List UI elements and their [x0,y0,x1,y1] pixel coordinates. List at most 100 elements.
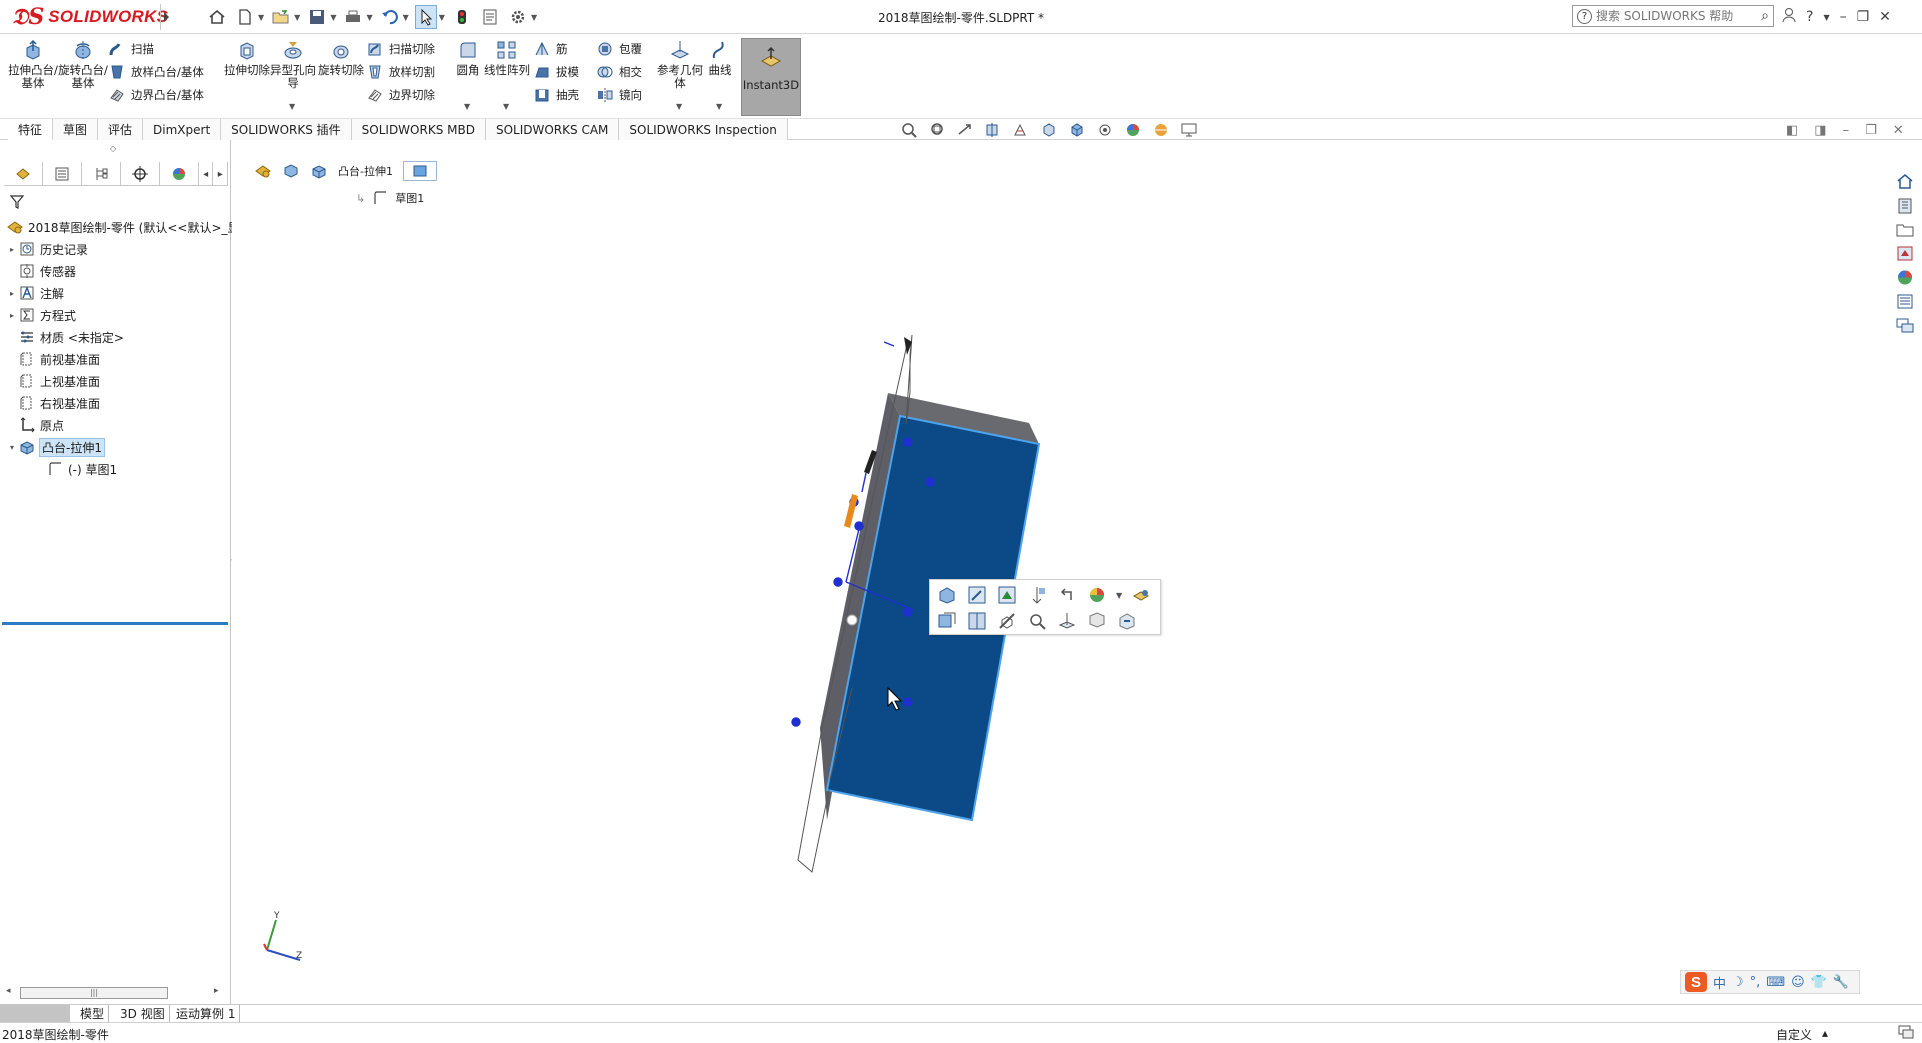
moon-icon[interactable]: ☽ [1732,975,1744,990]
print-icon[interactable] [342,5,364,29]
instant3d-toggle-icon[interactable] [1130,584,1152,606]
tree-item-boss-extrude1[interactable]: ▾ 凸台-拉伸1 [0,436,231,458]
tab-model[interactable]: 模型 [76,1005,110,1022]
boundary-boss-button[interactable]: 边界凸台/基体 [108,84,204,106]
tab-solidworks-cam[interactable]: SOLIDWORKS CAM [485,119,620,140]
forum-icon[interactable] [1895,316,1915,335]
extrude-boss-button[interactable]: 拉伸凸台/基体 [8,38,58,90]
help-dropdown-icon[interactable]: ▼ [1823,13,1829,22]
custom-properties-icon[interactable] [1895,292,1915,311]
scroll-right-icon[interactable]: ▸ [214,986,219,996]
help-search-input[interactable] [1596,9,1736,23]
close-icon[interactable]: ✕ [1879,9,1891,25]
section-view-icon[interactable] [966,610,988,632]
pane-left-icon[interactable]: ◧ [1786,123,1798,138]
tab-solidworks-inspection[interactable]: SOLIDWORKS Inspection [619,119,788,140]
tree-item-annotations[interactable]: ▸ 注解 [0,282,231,304]
menu-expand-arrow[interactable] [160,4,174,30]
help-search-box[interactable]: ? ⌕ [1572,5,1774,27]
tab-solidworks-mbd[interactable]: SOLIDWORKS MBD [351,119,486,140]
sweep-button[interactable]: 扫描 [108,38,154,60]
hide-show-items-icon[interactable] [1096,121,1114,139]
status-help-icon[interactable] [1898,1025,1914,1043]
instant3d-button[interactable]: Instant3D [741,38,801,116]
sketch-point[interactable] [903,607,913,617]
revolve-cut-button[interactable]: 旋转切除 [316,38,366,77]
tree-item-sketch1[interactable]: (-) 草图1 [0,458,231,480]
tree-item-material[interactable]: 材质 <未指定> [0,326,231,348]
tree-item-origin[interactable]: 原点 [0,414,231,436]
panel-collapse-icon[interactable]: ◇ [110,144,116,153]
new-document-icon[interactable] [234,5,256,29]
display-style-icon[interactable] [1068,121,1086,139]
scroll-thumb[interactable]: ||| [20,987,168,999]
apply-scene-icon[interactable] [1152,121,1170,139]
sketch-point[interactable] [925,477,935,487]
extrude-cut-button[interactable]: 拉伸切除 [222,38,272,77]
punctuation-icon[interactable]: °, [1750,975,1761,990]
hide-icon[interactable] [996,610,1018,632]
view-settings-icon[interactable] [1180,121,1198,139]
tree-root-part[interactable]: 2018草图绘制-零件 (默认<<默认>_显 [0,216,240,238]
comment-icon[interactable] [1086,610,1108,632]
display-manager-tab-icon[interactable] [160,162,199,186]
appearances-scenes-icon[interactable] [1895,268,1915,287]
collapse-arrow-icon[interactable]: ▾ [6,443,18,452]
loft-boss-button[interactable]: 放样凸台/基体 [108,61,204,83]
boundary-cut-button[interactable]: 边界切除 [366,84,435,106]
open-dropdown-icon[interactable]: ▼ [294,13,300,22]
fillet-dropdown-icon[interactable]: ▼ [464,102,470,111]
solidworks-resources-icon[interactable] [1895,172,1915,191]
insert-plane-icon[interactable] [1056,610,1078,632]
edit-appearance-icon[interactable] [1124,121,1142,139]
tab-sketch[interactable]: 草图 [53,119,99,140]
status-units[interactable]: 自定义 ▴ [1776,1026,1828,1043]
lofted-cut-button[interactable]: 放样切割 [366,61,435,83]
property-manager-tab-icon[interactable] [43,162,82,186]
keyboard-icon[interactable]: ⌨ [1766,975,1785,990]
tabs-scroll-left-icon[interactable]: ◂ [199,162,214,186]
sketch-point[interactable] [903,437,913,447]
tab-dimxpert[interactable]: DimXpert [143,119,222,140]
zoom-to-area-icon[interactable] [928,121,946,139]
units-dropdown-icon[interactable]: ▴ [1822,1026,1828,1043]
user-account-icon[interactable] [1782,7,1796,27]
hole-wizard-dropdown-icon[interactable]: ▼ [289,102,295,111]
linear-pattern-dropdown-icon[interactable]: ▼ [503,102,509,111]
normal-to-icon[interactable] [1026,584,1048,606]
help-icon[interactable]: ? [1806,9,1813,25]
doc-minimize-icon[interactable]: – [1843,123,1850,138]
convert-entities-icon[interactable] [936,610,958,632]
print-dropdown-icon[interactable]: ▼ [366,13,372,22]
intersect-button[interactable]: 相交 [596,61,642,83]
rib-button[interactable]: 筋 [533,38,568,60]
tab-solidworks-addins[interactable]: SOLIDWORKS 插件 [221,119,352,140]
save-dropdown-icon[interactable]: ▼ [330,13,336,22]
measure-icon[interactable] [1116,610,1138,632]
reference-geometry-dropdown-icon[interactable]: ▼ [676,102,682,111]
open-folder-icon[interactable] [270,5,292,29]
appearance-icon[interactable] [1086,584,1108,606]
tab-3d-view[interactable]: 3D 视图 [116,1005,170,1022]
file-properties-icon[interactable] [479,5,501,29]
mirror-button[interactable]: 镜向 [596,84,642,106]
filter-icon[interactable] [9,194,25,214]
rebuild-icon[interactable] [451,5,473,29]
home-icon[interactable] [206,5,228,29]
edit-sketch-icon[interactable] [966,584,988,606]
rollback-bar[interactable] [2,622,228,625]
curves-button[interactable]: 曲线 [700,38,740,77]
tree-item-sensors[interactable]: 传感器 [0,260,231,282]
tabs-scroll-right-icon[interactable]: ▸ [213,162,229,186]
expand-arrow-icon[interactable]: ▸ [6,311,18,320]
tree-item-front-plane[interactable]: 前视基准面 [0,348,231,370]
ime-mode-toggle[interactable]: 中 [1713,973,1726,992]
wrench-icon[interactable]: 🔧 [1833,975,1849,990]
save-icon[interactable] [306,5,328,29]
tree-item-history[interactable]: ▸ 历史记录 [0,238,231,260]
select-pointer-icon[interactable] [414,5,437,29]
minimize-icon[interactable]: – [1840,9,1847,25]
draft-button[interactable]: 拔模 [533,61,579,83]
user-icon[interactable]: ☺ [1791,975,1805,990]
sketch-point[interactable] [903,697,913,707]
